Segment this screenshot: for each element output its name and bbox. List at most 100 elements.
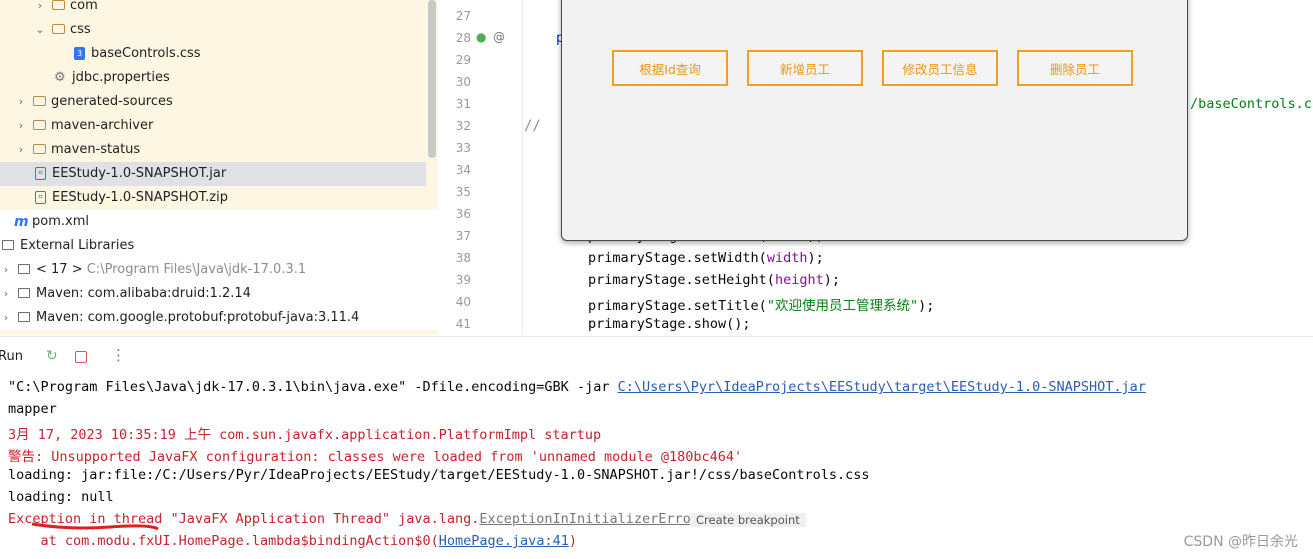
line-number: 32 (455, 119, 471, 133)
code-string-fragment: /baseControls.cs (1190, 96, 1313, 112)
chevron-right-icon[interactable]: › (0, 306, 12, 330)
tree-item-external-libraries[interactable]: External Libraries (0, 234, 438, 258)
line-number: 37 (455, 229, 471, 243)
tree-item-label: < 17 > (36, 262, 83, 277)
tree-item-maven-archiver[interactable]: › maven-archiver (0, 114, 426, 138)
line-number: 28 (455, 31, 471, 45)
archive-file-icon: ⌗ (35, 166, 46, 180)
project-tree: › com ⌄ css 3 baseControls.css ⚙ jdbc.proper… (0, 0, 438, 335)
console-line: 3月 17, 2023 10:35:19 上午 com.sun.javafx.a… (8, 427, 602, 443)
line-number: 30 (455, 75, 471, 89)
line-number: 39 (455, 273, 471, 287)
library-icon (18, 312, 30, 322)
tree-item-label: External Libraries (20, 238, 135, 253)
line-number: 36 (455, 207, 471, 221)
tree-item-jdbc-properties[interactable]: ⚙ jdbc.properties (0, 66, 426, 90)
library-icon (18, 288, 30, 298)
tree-item-label: com (70, 0, 98, 13)
folder-icon (52, 0, 65, 10)
line-number: 34 (455, 163, 471, 177)
delete-employee-button[interactable]: 删除员工 (1017, 50, 1133, 86)
tree-item-zip[interactable]: ⌗ EEStudy-1.0-SNAPSHOT.zip (0, 186, 426, 210)
stacktrace-link[interactable]: HomePage.java:41 (439, 533, 569, 549)
console-line: mapper (8, 401, 57, 417)
tree-scrollbar[interactable] (428, 0, 436, 158)
edit-employee-button[interactable]: 修改员工信息 (882, 50, 998, 86)
gutter-divider (522, 0, 523, 335)
line-number: 29 (455, 53, 471, 67)
stop-icon[interactable] (75, 351, 87, 363)
tree-item-generated-sources[interactable]: › generated-sources (0, 90, 426, 114)
console-line: "C:\Program Files\Java\jdk-17.0.3.1\bin\… (8, 379, 1146, 395)
folder-icon (52, 24, 65, 34)
override-gutter-icon[interactable]: @ (493, 30, 505, 44)
run-console[interactable]: "C:\Program Files\Java\jdk-17.0.3.1\bin\… (0, 377, 1313, 559)
console-line: loading: null (8, 489, 114, 505)
rerun-icon[interactable]: ↻ (46, 348, 58, 364)
code-comment: // (524, 118, 541, 134)
tree-item-css[interactable]: ⌄ css (0, 18, 426, 42)
line-number: 31 (455, 97, 471, 111)
tree-item-jar[interactable]: ⌗ EEStudy-1.0-SNAPSHOT.jar (0, 162, 426, 186)
tree-item-path: C:\Program Files\Java\jdk-17.0.3.1 (86, 262, 307, 277)
chevron-right-icon[interactable]: › (15, 138, 27, 162)
tree-item-com[interactable]: › com (0, 0, 426, 18)
chevron-down-icon[interactable]: ⌄ (34, 18, 46, 42)
tree-item-druid[interactable]: › Maven: com.alibaba:druid:1.2.14 (0, 282, 438, 306)
tree-item-basecontrols-css[interactable]: 3 baseControls.css (0, 42, 426, 66)
run-toolbar: Run ↻ ⋮ (0, 336, 1313, 377)
chevron-right-icon[interactable]: › (0, 282, 12, 306)
red-scribble-annotation (31, 522, 159, 531)
exception-link[interactable]: ExceptionInInitializerError (479, 511, 698, 527)
tree-item-label: jdbc.properties (72, 70, 170, 85)
run-tab-label[interactable]: Run (0, 349, 23, 364)
console-line: at com.modu.fxUI.HomePage.lambda$binding… (8, 533, 577, 549)
line-number: 35 (455, 185, 471, 199)
chevron-right-icon[interactable]: › (15, 90, 27, 114)
tree-item-label: maven-status (51, 142, 141, 157)
editor-gutter: 27 28 29 30 31 32 33 34 35 36 37 38 39 4… (438, 0, 522, 335)
chevron-right-icon[interactable]: › (34, 0, 46, 18)
maven-icon: m (14, 214, 29, 230)
jar-path-link[interactable]: C:\Users\Pyr\IdeaProjects\EEStudy\target… (618, 379, 1146, 395)
gear-icon: ⚙ (54, 70, 66, 85)
tree-item-label: pom.xml (32, 214, 89, 229)
tree-item-label: generated-sources (51, 94, 173, 109)
more-icon[interactable]: ⋮ (111, 346, 126, 364)
line-number: 33 (455, 141, 471, 155)
chevron-right-icon[interactable]: › (0, 258, 12, 282)
tree-item-label: EEStudy-1.0-SNAPSHOT.zip (52, 190, 228, 205)
folder-icon (33, 96, 46, 106)
tree-item-label: css (70, 22, 91, 37)
folder-icon (33, 120, 46, 130)
code-line: primaryStage.setWidth(width); (588, 250, 824, 266)
query-by-id-button[interactable]: 根据Id查询 (612, 50, 728, 86)
line-number: 41 (455, 317, 471, 331)
add-employee-button[interactable]: 新增员工 (747, 50, 863, 86)
tree-item-maven-status[interactable]: › maven-status (0, 138, 426, 162)
line-number: 40 (455, 295, 471, 309)
console-line: 警告: Unsupported JavaFX configuration: cl… (8, 449, 743, 465)
library-icon (2, 240, 14, 250)
library-icon (18, 264, 30, 274)
javafx-app-window: 根据Id查询 新增员工 修改员工信息 删除员工 (561, 0, 1188, 241)
watermark: CSDN @昨日余光 (1183, 534, 1298, 550)
code-line: primaryStage.show(); (588, 316, 751, 332)
run-gutter-icon[interactable]: ● (476, 30, 486, 44)
tree-item-label: baseControls.css (91, 46, 201, 61)
tree-item-label: EEStudy-1.0-SNAPSHOT.jar (52, 166, 227, 181)
console-line: loading: jar:file:/C:/Users/Pyr/IdeaProj… (8, 467, 870, 483)
archive-file-icon: ⌗ (35, 190, 46, 204)
tree-item-label: maven-archiver (51, 118, 154, 133)
line-number: 38 (455, 251, 471, 265)
css-file-icon: 3 (74, 46, 85, 60)
tree-item-pom[interactable]: m pom.xml (0, 210, 438, 234)
tree-item-label: Maven: com.google.protobuf:protobuf-java… (36, 310, 360, 325)
tree-item-jdk[interactable]: › < 17 > C:\Program Files\Java\jdk-17.0.3… (0, 258, 438, 282)
folder-icon (33, 144, 46, 154)
code-line: primaryStage.setTitle("欢迎使用员工管理系统"); (588, 298, 935, 314)
tree-item-protobuf[interactable]: › Maven: com.google.protobuf:protobuf-jav… (0, 306, 438, 330)
tree-item-label: Maven: com.alibaba:druid:1.2.14 (36, 286, 251, 301)
chevron-right-icon[interactable]: › (15, 114, 27, 138)
create-breakpoint-button[interactable]: Create breakpoint (690, 513, 806, 527)
